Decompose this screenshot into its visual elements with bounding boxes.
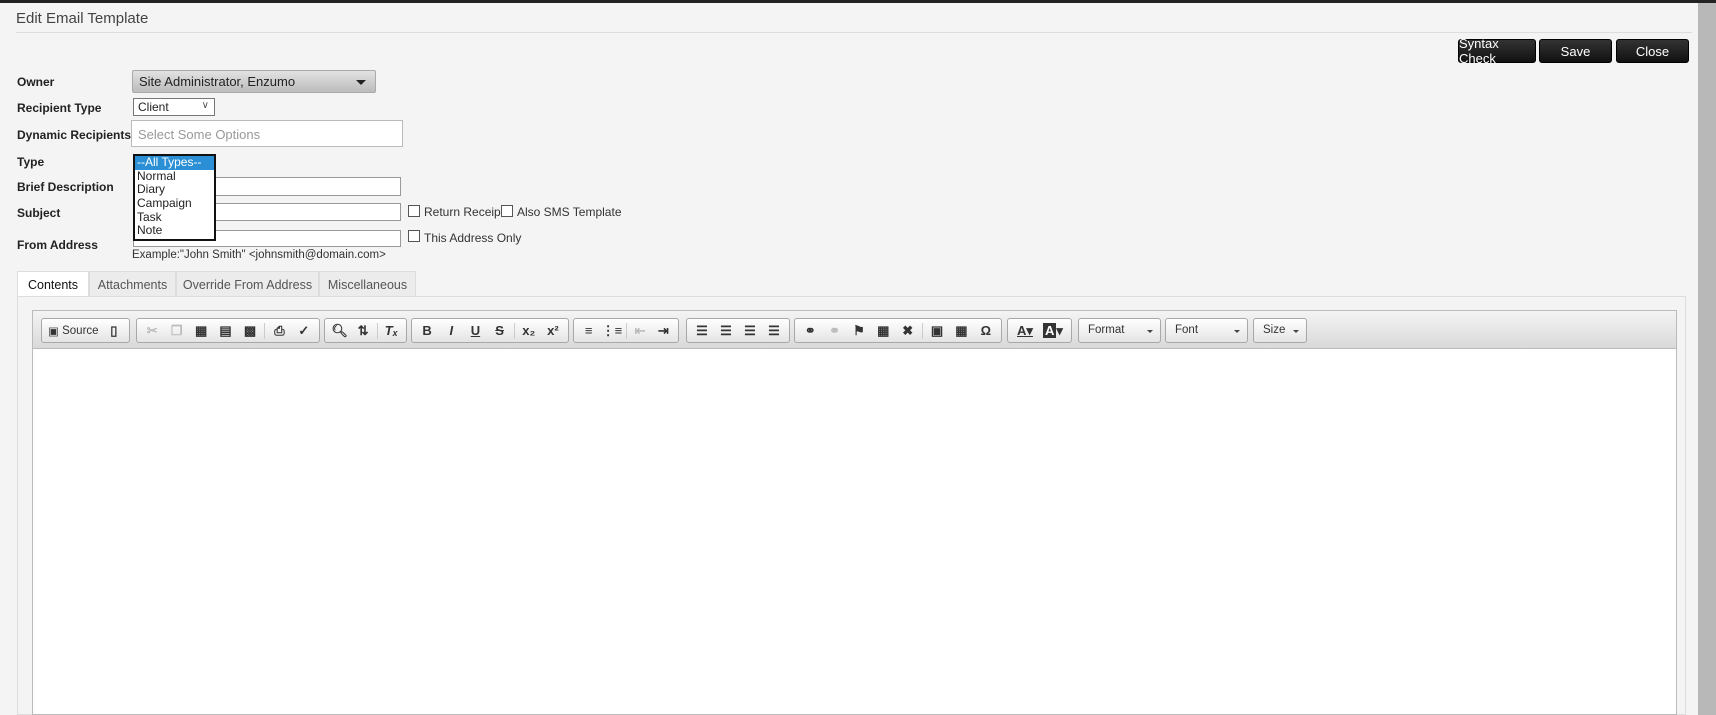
- owner-value: Site Administrator, Enzumo: [139, 74, 296, 89]
- indent-icon[interactable]: ⇥: [652, 320, 675, 342]
- rich-text-editor: ▣ Source ▯ ✂ ❐ ▦ ▤ ▩ ⎙ ✓ 🔍︎ ⇅ Tₓ B I U S…: [32, 310, 1677, 715]
- anchor-flag-icon[interactable]: ⚑: [847, 320, 871, 342]
- save-button[interactable]: Save: [1539, 39, 1612, 63]
- italic-icon[interactable]: I: [439, 320, 463, 342]
- toolbar-separator: [625, 322, 627, 339]
- toolbar-separator: [921, 322, 923, 339]
- format-label: Format: [1088, 324, 1125, 336]
- format-dropdown[interactable]: Format: [1078, 318, 1161, 343]
- outdent-icon[interactable]: ⇤: [628, 320, 651, 342]
- type-listbox[interactable]: --All Types-- Normal Diary Campaign Task…: [133, 154, 216, 241]
- type-option[interactable]: Task: [135, 210, 214, 225]
- font-dropdown[interactable]: Font: [1165, 318, 1248, 343]
- also-sms-checkbox[interactable]: [501, 205, 513, 217]
- caret-down-icon: [1147, 330, 1153, 333]
- return-receipt-checkbox[interactable]: [408, 205, 420, 217]
- top-border: [0, 0, 1716, 3]
- type-option[interactable]: Campaign: [135, 196, 214, 211]
- editor-content-area[interactable]: [33, 349, 1676, 709]
- type-label: Type: [17, 155, 45, 169]
- page-title: Edit Email Template: [16, 10, 149, 27]
- copy-icon[interactable]: ❐: [164, 320, 188, 342]
- unlink-icon[interactable]: ⚭: [822, 320, 846, 342]
- align-right-icon[interactable]: ☰: [738, 320, 762, 342]
- text-color-icon[interactable]: A▾: [1011, 320, 1039, 342]
- dynamic-recipients-label: Dynamic Recipients: [17, 128, 132, 142]
- remove-format-icon[interactable]: Tₓ: [380, 320, 403, 342]
- recipient-type-value: Client: [138, 100, 169, 114]
- return-receipt-label: Return Receipt: [424, 205, 505, 219]
- justify-icon[interactable]: ☰: [762, 320, 786, 342]
- caret-down-icon: [1293, 330, 1299, 333]
- align-center-icon[interactable]: ☰: [714, 320, 738, 342]
- tab-miscellaneous[interactable]: Miscellaneous: [319, 271, 416, 297]
- editor-toolbar: ▣ Source ▯ ✂ ❐ ▦ ▤ ▩ ⎙ ✓ 🔍︎ ⇅ Tₓ B I U S…: [33, 311, 1676, 349]
- image-icon[interactable]: ▣: [925, 320, 949, 342]
- paste-text-icon[interactable]: ▤: [213, 320, 237, 342]
- paste-icon[interactable]: ▦: [189, 320, 213, 342]
- bulleted-list-icon[interactable]: ⋮≡: [600, 320, 623, 342]
- owner-select[interactable]: Site Administrator, Enzumo: [132, 70, 376, 93]
- new-page-icon[interactable]: ▯: [102, 320, 126, 342]
- strikethrough-icon[interactable]: S: [488, 320, 512, 342]
- iframe-icon[interactable]: ▦: [871, 320, 895, 342]
- chevron-down-icon: ∨: [201, 100, 209, 111]
- from-address-example: Example:"John Smith" <johnsmith@domain.c…: [132, 249, 386, 261]
- syntax-check-button[interactable]: Syntax Check: [1458, 36, 1536, 66]
- toolbar-separator: [376, 322, 378, 339]
- tab-override-from-address[interactable]: Override From Address: [176, 271, 319, 297]
- toolbar-separator: [513, 322, 515, 339]
- source-icon: ▣: [48, 325, 63, 338]
- caret-down-icon: [356, 80, 366, 85]
- subscript-icon[interactable]: x₂: [517, 320, 541, 342]
- paste-word-icon[interactable]: ▩: [238, 320, 262, 342]
- cut-icon[interactable]: ✂: [140, 320, 164, 342]
- recipient-type-label: Recipient Type: [17, 101, 102, 115]
- spellcheck-icon[interactable]: ✓: [292, 320, 316, 342]
- tab-attachments[interactable]: Attachments: [89, 271, 176, 297]
- special-char-omega-icon[interactable]: Ω: [974, 320, 998, 342]
- find-icon[interactable]: 🔍︎: [328, 320, 351, 342]
- type-option[interactable]: --All Types--: [135, 155, 214, 170]
- tab-contents[interactable]: Contents: [17, 271, 89, 298]
- replace-icon[interactable]: ⇅: [351, 320, 374, 342]
- toolbar-separator: [264, 322, 266, 339]
- source-button[interactable]: ▣ Source: [45, 320, 102, 342]
- background-color-icon[interactable]: A ▾: [1039, 320, 1067, 342]
- bold-icon[interactable]: B: [415, 320, 439, 342]
- this-address-only-checkbox[interactable]: [408, 230, 420, 242]
- numbered-list-icon[interactable]: ≡: [577, 320, 600, 342]
- from-address-label: From Address: [17, 238, 98, 252]
- link-icon[interactable]: ⚭: [798, 320, 822, 342]
- type-option[interactable]: Diary: [135, 183, 214, 197]
- subject-label: Subject: [17, 206, 61, 220]
- close-button[interactable]: Close: [1616, 39, 1689, 63]
- table-icon[interactable]: ▦: [949, 320, 973, 342]
- align-left-icon[interactable]: ☰: [690, 320, 714, 342]
- title-divider: [16, 32, 1692, 33]
- superscript-icon[interactable]: x²: [541, 320, 565, 342]
- this-address-only-label: This Address Only: [424, 231, 522, 245]
- size-dropdown[interactable]: Size: [1253, 318, 1307, 343]
- recipient-type-select[interactable]: Client ∨: [133, 98, 215, 116]
- type-option[interactable]: Note: [135, 224, 214, 238]
- scrollbar[interactable]: [1698, 3, 1716, 715]
- size-label: Size: [1263, 324, 1286, 336]
- source-label: Source: [62, 324, 99, 337]
- underline-icon[interactable]: U: [463, 320, 487, 342]
- dynamic-recipients-input[interactable]: Select Some Options: [131, 120, 403, 147]
- type-option[interactable]: Normal: [135, 169, 214, 184]
- print-icon[interactable]: ⎙: [267, 320, 291, 342]
- caret-down-icon: [1234, 330, 1240, 333]
- font-label: Font: [1175, 324, 1199, 336]
- brief-description-label: Brief Description: [17, 180, 114, 194]
- placeholder-icon[interactable]: ✖: [896, 320, 920, 342]
- also-sms-label: Also SMS Template: [517, 205, 622, 219]
- owner-label: Owner: [17, 75, 55, 89]
